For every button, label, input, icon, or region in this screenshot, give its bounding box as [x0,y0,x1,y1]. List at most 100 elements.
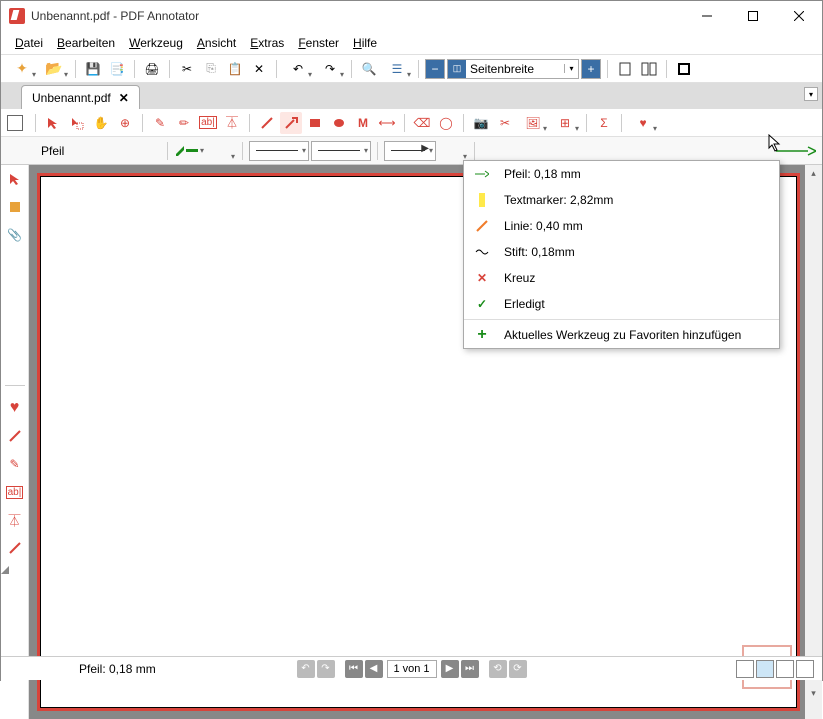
nav-back[interactable]: ⟲ [489,660,507,678]
sidebar-fav-line[interactable] [5,538,25,558]
lasso-tool[interactable]: ◯ [435,112,457,134]
sidebar-attachment-tool[interactable]: 📎 [5,225,25,245]
favorite-add-current[interactable]: + Aktuelles Werkzeug zu Favoriten hinzuf… [464,322,779,348]
undo-button[interactable]: ↶ [283,58,313,80]
arrow-style-dropdown[interactable] [438,140,468,162]
delete-button[interactable]: ✕ [248,58,270,80]
sidebar-fav-pen[interactable] [5,426,25,446]
stamp-tool[interactable]: ⏄ [221,112,243,134]
menu-tool[interactable]: Werkzeug [123,34,189,52]
favorite-item-textmarker[interactable]: Textmarker: 2,82mm [464,187,779,213]
zoom-out-button[interactable]: − [425,59,445,79]
nav-last-page[interactable]: ⏭ [461,660,479,678]
text-tool[interactable]: ab| [197,112,219,134]
vertical-scrollbar[interactable]: ▴ ▾ [805,165,822,719]
sidebar-fav-text[interactable]: ab| [5,482,25,502]
menu-file[interactable]: Datei [9,34,49,52]
dimension-tool[interactable]: ⟷ [376,112,398,134]
current-tool-name: Pfeil [41,144,161,158]
view-facing[interactable] [776,660,794,678]
nav-prev-page[interactable]: ◀ [365,660,383,678]
view-single[interactable] [736,660,754,678]
sidebar-note-tool[interactable] [5,197,25,217]
sidebar-arrow-tool[interactable] [5,169,25,189]
menu-help[interactable]: Hilfe [347,34,383,52]
panel-button[interactable]: ☰ [382,58,412,80]
snapshot-tool[interactable]: 📷 [470,112,492,134]
favorite-item-stift[interactable]: Stift: 0,18mm [464,239,779,265]
page-input[interactable] [387,660,437,678]
pointer-tool[interactable] [42,112,64,134]
two-page-button[interactable] [638,58,660,80]
rectangle-tool[interactable] [304,112,326,134]
print-button[interactable]: 🖨 [141,58,163,80]
favorite-item-pfeil[interactable]: Pfeil: 0,18 mm [464,161,779,187]
favorite-item-kreuz[interactable]: ✕ Kreuz [464,265,779,291]
search-button[interactable]: 🔍 [358,58,380,80]
menu-edit[interactable]: Bearbeiten [51,34,121,52]
pan-tool[interactable]: ✋ [90,112,112,134]
view-continuous-facing[interactable] [796,660,814,678]
nav-rotate-right[interactable]: ↷ [317,660,335,678]
tool-checkbox[interactable] [7,115,23,131]
new-button[interactable]: ✦ [7,58,37,80]
save-button[interactable]: 💾 [82,58,104,80]
polyline-tool[interactable]: M [352,112,374,134]
scroll-resize-grip[interactable] [805,702,822,719]
formula-tool[interactable]: Σ [593,112,615,134]
eraser-tool[interactable]: ⌫ [411,112,433,134]
line-width-selector[interactable] [249,141,309,161]
save-as-button[interactable]: 📑 [106,58,128,80]
plus-green-icon: + [474,326,490,344]
favorite-item-linie[interactable]: Linie: 0,40 mm [464,213,779,239]
zoom-selector[interactable]: ◫ Seitenbreite ▾ [447,59,579,79]
select-tool[interactable] [66,112,88,134]
arrow-green-icon [474,170,490,178]
single-page-button[interactable] [614,58,636,80]
crop-tool[interactable]: ✂ [494,112,516,134]
sidebar-fav-stamp[interactable]: ⏄ [5,510,25,530]
scroll-up-button[interactable]: ▴ [805,165,822,182]
nav-next-page[interactable]: ▶ [441,660,459,678]
image-tool[interactable]: 🖼 [518,112,548,134]
minimize-button[interactable] [684,1,730,31]
zoom-dropdown-icon[interactable]: ▾ [564,64,578,73]
close-button[interactable] [776,1,822,31]
scroll-down-button[interactable]: ▾ [805,685,822,702]
fullscreen-button[interactable] [673,58,695,80]
zoom-tool[interactable]: ⊕ [114,112,136,134]
color-dropdown[interactable] [206,140,236,162]
ellipse-tool[interactable] [328,112,350,134]
favorite-item-erledigt[interactable]: ✓ Erledigt [464,291,779,317]
window-title: Unbenannt.pdf - PDF Annotator [31,9,684,23]
line-style-selector[interactable] [311,141,371,161]
cut-button[interactable]: ✂ [176,58,198,80]
insert-tool[interactable]: ⊞ [550,112,580,134]
color-picker[interactable] [174,141,204,161]
tab-close-icon[interactable]: ✕ [119,91,129,105]
zoom-in-button[interactable]: + [581,59,601,79]
maximize-button[interactable] [730,1,776,31]
view-continuous[interactable] [756,660,774,678]
menu-view[interactable]: Ansicht [191,34,242,52]
tab-overflow-button[interactable]: ▾ [804,87,818,101]
arrow-tool[interactable] [280,112,302,134]
nav-forward[interactable]: ⟳ [509,660,527,678]
nav-rotate-left[interactable]: ↶ [297,660,315,678]
copy-button[interactable]: ⎘ [200,58,222,80]
line-tool[interactable] [256,112,278,134]
menu-extras[interactable]: Extras [244,34,290,52]
document-tab[interactable]: Unbenannt.pdf ✕ [21,85,140,109]
favorites-button[interactable]: ♥ [628,112,658,134]
open-button[interactable]: 📂 [39,58,69,80]
arrow-head-selector[interactable] [384,141,436,161]
sidebar-fav-pencil[interactable]: ✎ [5,454,25,474]
sidebar-expand-indicator[interactable] [1,566,9,574]
highlighter-tool[interactable]: ✏ [173,112,195,134]
nav-first-page[interactable]: ⏮ [345,660,363,678]
redo-button[interactable]: ↷ [315,58,345,80]
sidebar-favorite-heart[interactable]: ♥ [5,398,25,418]
paste-button[interactable]: 📋 [224,58,246,80]
pen-tool[interactable]: ✎ [149,112,171,134]
menu-window[interactable]: Fenster [292,34,345,52]
